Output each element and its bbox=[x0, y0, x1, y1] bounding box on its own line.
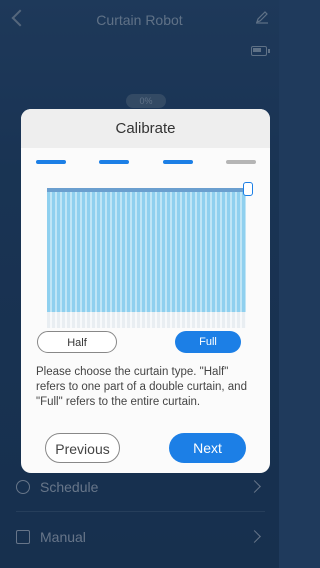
curtain-type-description: Please choose the curtain type. "Half" r… bbox=[36, 366, 247, 408]
curtain-motor-icon bbox=[243, 182, 253, 196]
step-4 bbox=[225, 160, 256, 164]
curtain-illustration bbox=[47, 188, 246, 312]
step-indicator bbox=[36, 160, 256, 164]
full-curtain-button[interactable]: Full bbox=[175, 331, 241, 353]
previous-button[interactable]: Previous bbox=[45, 433, 120, 463]
step-2 bbox=[99, 160, 130, 164]
calibrate-dialog: Calibrate Half Full Please choose the cu… bbox=[21, 109, 270, 473]
next-button[interactable]: Next bbox=[169, 433, 246, 463]
step-3 bbox=[162, 160, 193, 164]
half-curtain-button[interactable]: Half bbox=[37, 331, 117, 353]
curtain-reflection bbox=[47, 312, 246, 328]
step-1 bbox=[36, 160, 66, 164]
dialog-title: Calibrate bbox=[21, 109, 270, 148]
